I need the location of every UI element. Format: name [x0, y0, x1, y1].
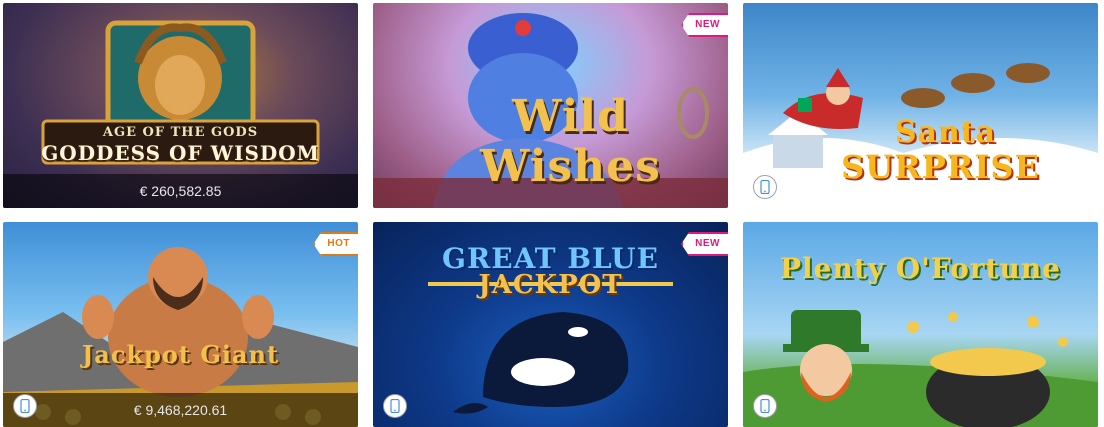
mobile-device-icon: [753, 394, 777, 418]
game-title-line1: Wild: [512, 91, 629, 142]
game-tile-wild-wishes[interactable]: Wild Wishes NEW: [373, 3, 728, 208]
game-title-line2: SURPRISE: [841, 148, 1040, 186]
game-title: Jackpot Giant: [81, 340, 280, 369]
new-badge: NEW: [681, 232, 728, 256]
game-title-line2: JACKPOT: [478, 270, 623, 300]
game-title: GODDESS OF WISDOM: [41, 141, 320, 165]
game-tile-santa-surprise[interactable]: Santa SURPRISE: [743, 3, 1098, 208]
jackpot-amount: € 9,468,220.61: [133, 402, 228, 418]
game-tile-goddess-of-wisdom[interactable]: AGE OF THE GODS GODDESS OF WISDOM € 260,…: [3, 3, 358, 208]
game-title-line2: Wishes: [480, 141, 661, 192]
mobile-device-icon: [753, 175, 777, 199]
game-title: Plenty O'Fortune: [779, 252, 1061, 285]
game-subtitle: AGE OF THE GODS: [102, 125, 259, 140]
game-tile-great-blue-jackpot[interactable]: GREAT BLUE JACKPOT NEW: [373, 222, 728, 427]
mobile-device-icon: [383, 394, 407, 418]
mobile-device-icon: [13, 394, 37, 418]
game-tile-jackpot-giant[interactable]: Jackpot Giant € 9,468,220.61 HOT: [3, 222, 358, 427]
game-tile-plenty-o-fortune[interactable]: Plenty O'Fortune: [743, 222, 1098, 427]
game-title-line1: Santa: [894, 115, 997, 150]
new-badge: NEW: [681, 13, 728, 37]
jackpot-amount-bar: € 260,582.85: [3, 174, 358, 208]
jackpot-amount: € 260,582.85: [139, 183, 222, 199]
jackpot-amount-bar: € 9,468,220.61: [3, 393, 358, 427]
hot-badge: HOT: [313, 232, 358, 256]
